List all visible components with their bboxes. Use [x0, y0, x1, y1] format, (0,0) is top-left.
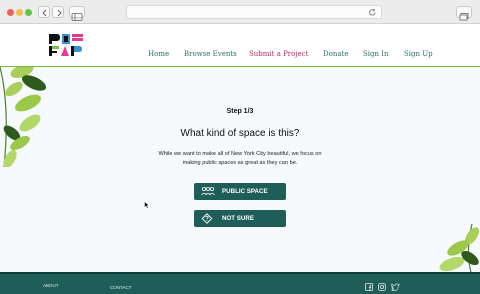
tabs-icon: [459, 13, 469, 21]
description-text: While we want to make all of New York Ci…: [158, 151, 322, 166]
browser-toolbar: [0, 0, 480, 24]
site-logo[interactable]: [48, 32, 84, 58]
public-space-label: PUBLIC SPACE: [222, 188, 268, 195]
forward-button[interactable]: [52, 6, 64, 18]
minimize-window-button[interactable]: [16, 9, 23, 16]
not-sure-button[interactable]: NOT SURE: [194, 210, 286, 227]
nav-browse-events-link[interactable]: Browse Events: [184, 50, 237, 58]
twitter-icon[interactable]: [391, 283, 400, 291]
nav-sign-in-link[interactable]: Sign In: [363, 50, 389, 58]
footer-contact-link[interactable]: CONTACT: [110, 285, 131, 290]
page: Home Browse Events Submit a Project Dona…: [0, 24, 480, 294]
chevron-left-icon: [42, 9, 47, 17]
step-indicator: Step 1/3: [226, 108, 254, 115]
close-window-button[interactable]: [7, 9, 14, 16]
instagram-icon[interactable]: [378, 283, 386, 291]
address-bar[interactable]: [126, 5, 382, 19]
question-diamond-icon: [201, 213, 213, 224]
back-button[interactable]: [38, 6, 50, 18]
site-footer: ABOUT CONTACT: [0, 272, 480, 294]
zoom-window-button[interactable]: [25, 9, 32, 16]
facebook-icon[interactable]: [365, 283, 373, 291]
nav-donate-link[interactable]: Donate: [323, 50, 348, 58]
sidebar-icon: [71, 13, 83, 21]
tab-overview-button[interactable]: [456, 6, 472, 21]
site-header: Home Browse Events Submit a Project Dona…: [0, 24, 480, 67]
sidebar-toggle-button[interactable]: [69, 6, 85, 21]
reload-icon[interactable]: [368, 8, 377, 17]
public-space-button[interactable]: PUBLIC SPACE: [194, 183, 286, 200]
mouse-cursor-icon: [144, 201, 150, 209]
leaves-decoration-left: [0, 67, 47, 167]
page-title: What kind of space is this?: [180, 128, 300, 139]
nav-home-link[interactable]: Home: [148, 50, 169, 58]
chevron-right-icon: [57, 9, 62, 17]
footer-about-link[interactable]: ABOUT: [43, 283, 59, 288]
not-sure-label: NOT SURE: [222, 215, 254, 222]
nav-sign-up-link[interactable]: Sign Up: [404, 50, 433, 58]
people-icon: [201, 186, 215, 196]
nav-submit-project-link[interactable]: Submit a Project: [249, 50, 308, 58]
